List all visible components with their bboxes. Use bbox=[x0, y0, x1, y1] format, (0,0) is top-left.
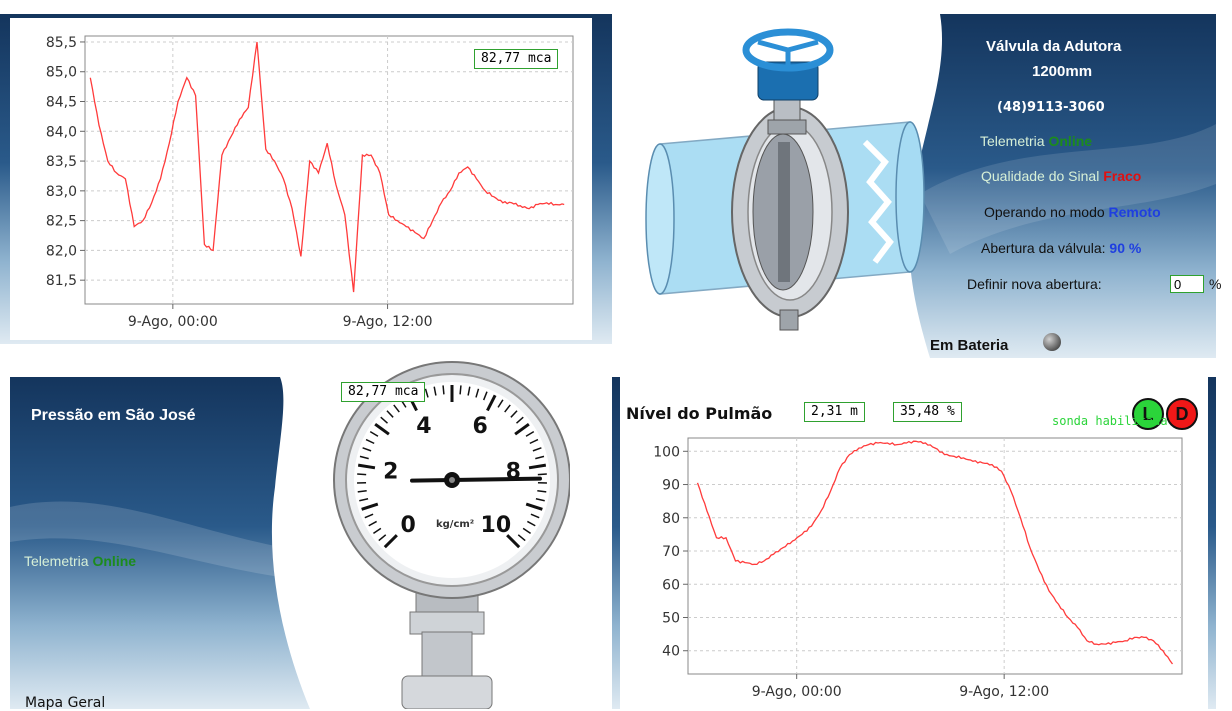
y-tick-label: 60 bbox=[662, 577, 680, 593]
y-tick-label: 50 bbox=[662, 610, 680, 626]
valve-new-opening-unit: % bbox=[1209, 276, 1221, 292]
d-button-label: D bbox=[1176, 404, 1189, 424]
lung-level-pct: 35,48 % bbox=[893, 402, 962, 422]
valve-signal-row: Qualidade do Sinal Fraco bbox=[981, 168, 1141, 184]
x-tick-label: 9-Ago, 00:00 bbox=[752, 684, 842, 700]
valve-telemetry-label: Telemetria bbox=[980, 133, 1045, 149]
pressure-value-display: 82,77 mca bbox=[474, 49, 558, 69]
valve-illustration bbox=[640, 22, 940, 342]
pressure-gauge: 0246810 kg/cm² bbox=[330, 350, 570, 709]
x-tick-label: 9-Ago, 12:00 bbox=[343, 314, 433, 330]
valve-phone: (48)9113-3060 bbox=[997, 100, 1105, 115]
gauge-number: 2 bbox=[383, 459, 398, 484]
gauge-tick bbox=[460, 385, 461, 394]
y-tick-label: 100 bbox=[653, 444, 680, 460]
y-tick-label: 84,5 bbox=[46, 95, 77, 111]
d-button[interactable]: D bbox=[1166, 398, 1198, 430]
y-tick-label: 85,0 bbox=[46, 65, 77, 81]
gauge-tick bbox=[357, 474, 366, 475]
y-tick-label: 84,0 bbox=[46, 124, 77, 140]
y-tick-label: 82,5 bbox=[46, 214, 77, 230]
y-tick-label: 70 bbox=[662, 544, 680, 560]
lung-chart: 100 90 80 70 60 50 40 9-Ago, 00:00 9-Ago, 12:00 bbox=[622, 432, 1197, 709]
valve-opening-value: 90 % bbox=[1109, 240, 1141, 256]
valve-title-line2: 1200mm bbox=[1032, 63, 1092, 80]
gauge-unit: kg/cm² bbox=[436, 519, 474, 530]
valve-mode-label: Operando no modo bbox=[984, 204, 1105, 220]
sao-jose-telemetry-label: Telemetria bbox=[24, 553, 89, 569]
lung-level-m: 2,31 m bbox=[804, 402, 865, 422]
gauge-number: 0 bbox=[401, 513, 416, 538]
battery-indicator-icon bbox=[1043, 333, 1061, 351]
probe-status: sonda habilitada bbox=[1052, 414, 1168, 428]
gauge-tick bbox=[538, 474, 547, 475]
valve-title-line1: Válvula da Adutora bbox=[986, 38, 1121, 55]
valve-new-opening-input[interactable] bbox=[1170, 275, 1204, 293]
lung-title: Nível do Pulmão bbox=[626, 404, 772, 423]
gauge-number: 6 bbox=[472, 414, 487, 439]
valve-opening-row: Abertura da válvula: 90 % bbox=[981, 240, 1141, 256]
gauge-tick bbox=[443, 385, 444, 394]
sao-jose-telemetry-row: Telemetria Online bbox=[24, 553, 136, 569]
valve-signal-status: Fraco bbox=[1103, 168, 1141, 184]
y-tick-label: 83,0 bbox=[46, 184, 77, 200]
gauge-needle bbox=[412, 479, 540, 481]
valve-new-opening-label: Definir nova abertura: bbox=[967, 276, 1102, 292]
battery-label: Em Bateria bbox=[930, 337, 1008, 354]
y-tick-label: 81,5 bbox=[46, 273, 77, 289]
y-tick-label: 80 bbox=[662, 511, 680, 527]
y-tick-label: 90 bbox=[662, 478, 680, 494]
plot-area bbox=[688, 438, 1182, 674]
valve-mode-row: Operando no modo Remoto bbox=[984, 204, 1161, 220]
valve-mode-value[interactable]: Remoto bbox=[1109, 204, 1161, 220]
y-tick-label: 82,0 bbox=[46, 243, 77, 259]
x-tick-label: 9-Ago, 12:00 bbox=[959, 684, 1049, 700]
sao-jose-telemetry-status: Online bbox=[92, 553, 136, 569]
valve-signal-label: Qualidade do Sinal bbox=[981, 168, 1099, 184]
gauge-value-display: 82,77 mca bbox=[341, 382, 425, 402]
plot-area bbox=[85, 36, 573, 304]
gauge-number: 4 bbox=[416, 414, 431, 439]
valve-opening-label: Abertura da válvula: bbox=[981, 240, 1106, 256]
y-tick-label: 85,5 bbox=[46, 35, 77, 51]
valve-telemetry-status: Online bbox=[1048, 133, 1092, 149]
sao-jose-title: Pressão em São José bbox=[31, 407, 196, 425]
gauge-number: 10 bbox=[481, 513, 512, 538]
x-tick-label: 9-Ago, 00:00 bbox=[128, 314, 218, 330]
y-tick-label: 83,5 bbox=[46, 154, 77, 170]
y-tick-label: 40 bbox=[662, 644, 680, 660]
valve-telemetry-row: Telemetria Online bbox=[980, 133, 1092, 149]
